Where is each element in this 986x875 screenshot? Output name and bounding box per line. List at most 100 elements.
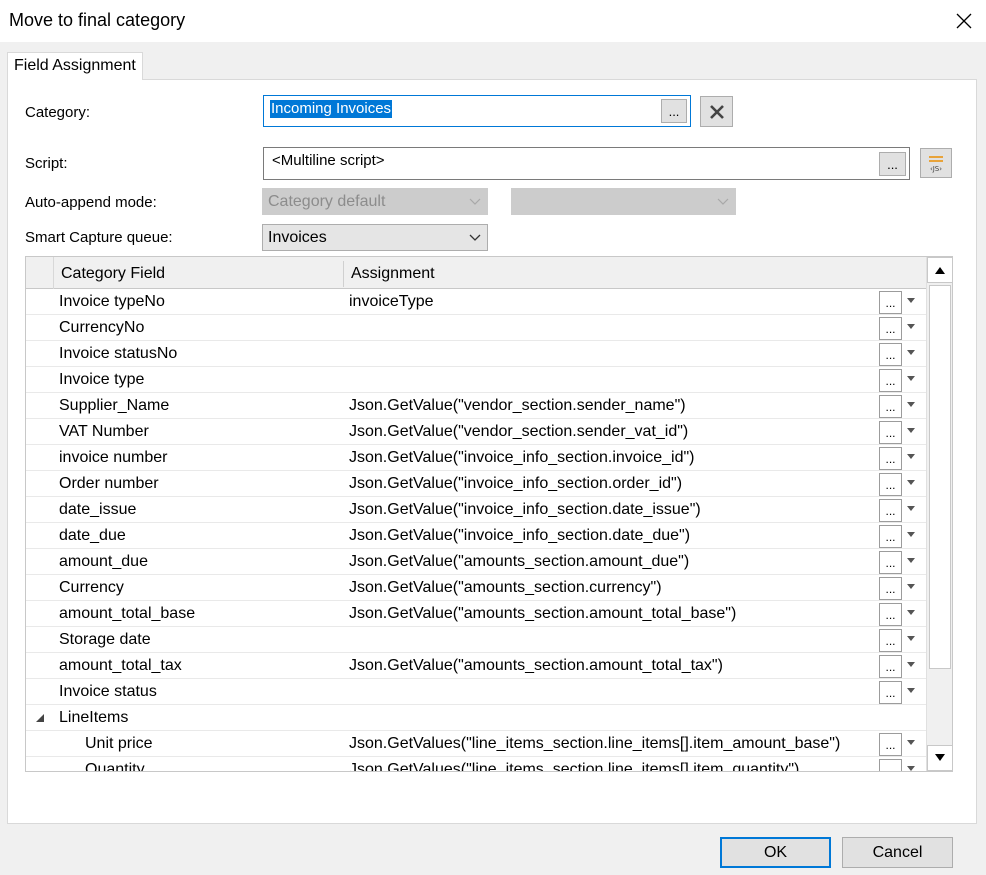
assignment-browse-button[interactable]: ... <box>879 629 902 652</box>
assignment-browse-button[interactable]: ... <box>879 343 902 366</box>
assignment-browse-button[interactable]: ... <box>879 317 902 340</box>
scroll-thumb[interactable] <box>929 285 951 669</box>
assignment-browse-button[interactable]: ... <box>879 447 902 470</box>
dropdown-arrow-icon[interactable] <box>907 740 915 746</box>
assignment-value[interactable]: Json.GetValue("invoice_info_section.invo… <box>349 449 694 467</box>
assignment-browse-button[interactable]: ... <box>879 421 902 444</box>
scroll-down-button[interactable] <box>927 745 952 771</box>
dots-label: ... <box>885 451 896 466</box>
table-row[interactable]: VAT Number Json.GetValue("vendor_section.… <box>26 419 926 445</box>
column-divider[interactable] <box>343 261 344 287</box>
assignment-value[interactable]: Json.GetValue("invoice_info_section.date… <box>349 527 690 545</box>
table-row[interactable]: Storage date... <box>26 627 926 653</box>
dropdown-arrow-icon[interactable] <box>907 298 915 304</box>
dropdown-arrow-icon[interactable] <box>907 558 915 564</box>
assignment-value[interactable]: Json.GetValue("vendor_section.sender_vat… <box>349 423 688 441</box>
table-row[interactable]: Invoice type... <box>26 367 926 393</box>
dropdown-arrow-icon[interactable] <box>907 480 915 486</box>
scroll-up-button[interactable] <box>927 257 952 283</box>
category-field-name: amount_total_base <box>59 605 196 622</box>
table-row[interactable]: CurrencyNo... <box>26 315 926 341</box>
assignment-value[interactable]: Json.GetValues("line_items_section.line_… <box>349 735 840 753</box>
assignment-browse-button[interactable]: ... <box>879 603 902 626</box>
assignment-browse-button[interactable]: ... <box>879 733 902 756</box>
assignment-browse-button[interactable]: ... <box>879 291 902 314</box>
table-row[interactable]: Invoice status... <box>26 679 926 705</box>
assignment-value[interactable]: Json.GetValues("line_items_section.line_… <box>349 761 799 771</box>
clear-category-button[interactable] <box>700 96 733 127</box>
dropdown-arrow-icon[interactable] <box>907 610 915 616</box>
dropdown-arrow-icon[interactable] <box>907 454 915 460</box>
assignment-browse-button[interactable]: ... <box>879 551 902 574</box>
dropdown-arrow-icon[interactable] <box>907 324 915 330</box>
dots-label: ... <box>885 685 896 700</box>
dropdown-arrow-icon[interactable] <box>907 350 915 356</box>
cancel-button[interactable]: Cancel <box>842 837 953 868</box>
assignment-browse-button[interactable]: ... <box>879 759 902 771</box>
assignment-browse-button[interactable]: ... <box>879 577 902 600</box>
dropdown-arrow-icon[interactable] <box>907 662 915 668</box>
category-field[interactable]: Incoming Invoices ... <box>263 95 691 127</box>
delete-x-icon <box>709 104 724 119</box>
category-browse-button[interactable]: ... <box>661 99 687 123</box>
dropdown-arrow-icon[interactable] <box>907 428 915 434</box>
assignment-value[interactable]: Json.GetValue("invoice_info_section.date… <box>349 501 701 519</box>
assignment-value[interactable]: Json.GetValue("invoice_info_section.orde… <box>349 475 682 493</box>
assignment-browse-button[interactable]: ... <box>879 525 902 548</box>
tab-label: Field Assignment <box>14 57 136 74</box>
tab-field-assignment[interactable]: Field Assignment <box>7 52 143 80</box>
assignment-value[interactable]: Json.GetValue("vendor_section.sender_nam… <box>349 397 686 415</box>
dropdown-arrow-icon[interactable] <box>907 636 915 642</box>
table-row[interactable]: date_due Json.GetValue("invoice_info_sect… <box>26 523 926 549</box>
assignment-browse-button[interactable]: ... <box>879 395 902 418</box>
script-browse-button[interactable]: ... <box>879 152 906 176</box>
window-title: Move to final category <box>9 10 186 30</box>
table-row[interactable]: amount_total_tax Json.GetValue("amounts_s… <box>26 653 926 679</box>
table-row[interactable]: Invoice statusNo... <box>26 341 926 367</box>
ok-button-label: OK <box>763 843 788 861</box>
script-field[interactable]: <Multiline script> ... <box>263 147 910 180</box>
table-row[interactable]: date_issue Json.GetValue("invoice_info_se… <box>26 497 926 523</box>
expand-collapse-icon[interactable] <box>35 713 45 723</box>
table-row[interactable]: Order number Json.GetValue("invoice_info_… <box>26 471 926 497</box>
dropdown-arrow-icon[interactable] <box>907 584 915 590</box>
assignment-value[interactable]: invoiceType <box>349 293 434 311</box>
vertical-scrollbar[interactable] <box>926 257 952 771</box>
smart-capture-select[interactable]: Invoices <box>262 224 488 251</box>
table-row[interactable]: Quantity Json.GetValues("line_items_secti… <box>26 757 926 772</box>
assignment-browse-button[interactable]: ... <box>879 473 902 496</box>
column-header-assignment[interactable]: Assignment <box>351 265 435 283</box>
assignment-browse-button[interactable]: ... <box>879 499 902 522</box>
dropdown-arrow-icon[interactable] <box>907 532 915 538</box>
assignment-value[interactable]: Json.GetValue("amounts_section.amount_to… <box>349 657 723 675</box>
category-field-name: LineItems <box>59 709 129 726</box>
category-value: Incoming Invoices <box>270 100 393 118</box>
assignment-value[interactable]: Json.GetValue("amounts_section.amount_du… <box>349 553 689 571</box>
assignment-browse-button[interactable]: ... <box>879 369 902 392</box>
script-editor-button[interactable]: ‹JS› <box>920 148 952 178</box>
close-button[interactable] <box>942 0 986 42</box>
ok-button[interactable]: OK <box>720 837 831 868</box>
table-row[interactable]: Currency Json.GetValue("amounts_section.c… <box>26 575 926 601</box>
table-row[interactable]: Unit price Json.GetValues("line_items_sec… <box>26 731 926 757</box>
table-row[interactable]: amount_total_base Json.GetValue("amounts_… <box>26 601 926 627</box>
dropdown-arrow-icon[interactable] <box>907 766 915 772</box>
group-row-lineitems[interactable]: LineItems <box>26 705 926 731</box>
title-bar: Move to final category <box>0 0 986 42</box>
assignment-value[interactable]: Json.GetValue("amounts_section.currency"… <box>349 579 662 597</box>
dropdown-arrow-icon[interactable] <box>907 376 915 382</box>
assignment-browse-button[interactable]: ... <box>879 681 902 704</box>
dropdown-arrow-icon[interactable] <box>907 688 915 694</box>
column-header-category-field[interactable]: Category Field <box>61 265 165 283</box>
table-row[interactable]: Supplier_Name Json.GetValue("vendor_secti… <box>26 393 926 419</box>
table-row[interactable]: amount_due Json.GetValue("amounts_section… <box>26 549 926 575</box>
dots-label: ... <box>668 103 680 119</box>
chevron-down-icon <box>469 198 481 205</box>
table-row[interactable]: Invoice typeNo invoiceType... <box>26 289 926 315</box>
assignment-browse-button[interactable]: ... <box>879 655 902 678</box>
dropdown-arrow-icon[interactable] <box>907 402 915 408</box>
category-field-name: Invoice type <box>59 371 145 388</box>
table-row[interactable]: invoice number Json.GetValue("invoice_inf… <box>26 445 926 471</box>
assignment-value[interactable]: Json.GetValue("amounts_section.amount_to… <box>349 605 736 623</box>
dropdown-arrow-icon[interactable] <box>907 506 915 512</box>
